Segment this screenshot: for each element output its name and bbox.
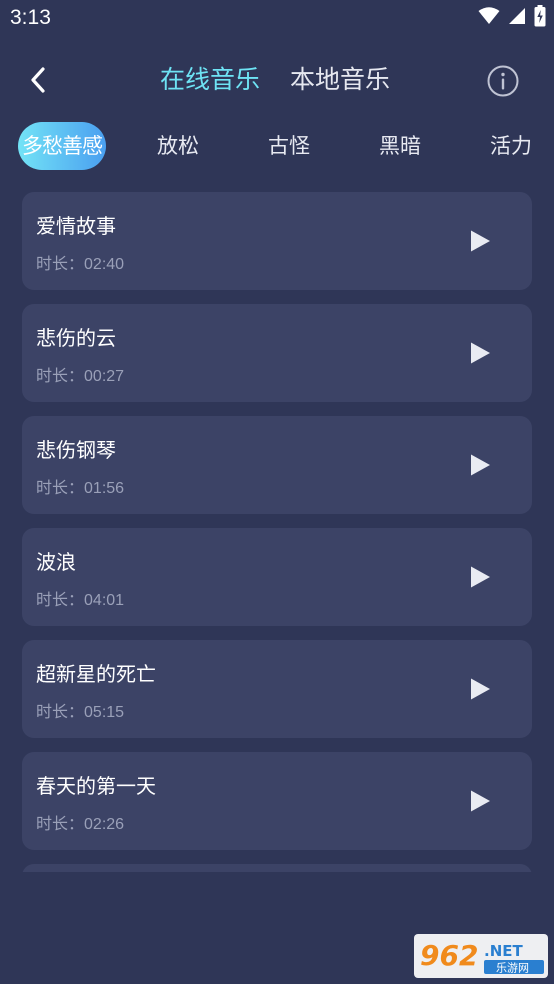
category-chip-relax[interactable]: 放松 bbox=[157, 122, 199, 170]
category-chip-energetic[interactable]: 活力 bbox=[490, 122, 532, 170]
track-title: 悲伤钢琴 bbox=[36, 438, 116, 462]
track-item[interactable]: 春天的第一天 时长：02:26 bbox=[22, 752, 532, 850]
track-item-partial[interactable] bbox=[22, 864, 532, 872]
duration-value: 00:27 bbox=[84, 368, 125, 385]
duration-label: 时长： bbox=[36, 590, 85, 609]
play-icon[interactable] bbox=[468, 565, 492, 589]
play-icon[interactable] bbox=[468, 677, 492, 701]
duration-value: 02:40 bbox=[84, 256, 125, 273]
track-title: 春天的第一天 bbox=[36, 774, 156, 798]
track-item[interactable]: 波浪 时长：04:01 bbox=[22, 528, 532, 626]
track-list[interactable]: 爱情故事 时长：02:40 悲伤的云 时长：00:27 悲伤钢琴 时长：01:5… bbox=[22, 192, 532, 872]
cell-signal-icon bbox=[508, 7, 526, 29]
track-duration: 时长：01:56 bbox=[36, 474, 124, 498]
duration-value: 04:01 bbox=[84, 592, 125, 609]
duration-label: 时长： bbox=[36, 366, 85, 385]
duration-value: 02:26 bbox=[84, 816, 125, 833]
tab-online-music[interactable]: 在线音乐 bbox=[160, 64, 260, 96]
category-chip-quirky[interactable]: 古怪 bbox=[268, 122, 310, 170]
track-item[interactable]: 爱情故事 时长：02:40 bbox=[22, 192, 532, 290]
track-item[interactable]: 悲伤钢琴 时长：01:56 bbox=[22, 416, 532, 514]
svg-text:962: 962 bbox=[420, 939, 478, 972]
track-duration: 时长：05:15 bbox=[36, 698, 124, 722]
category-chip-dark[interactable]: 黑暗 bbox=[379, 122, 421, 170]
duration-label: 时长： bbox=[36, 254, 85, 273]
category-bar: 多愁善感 放松 古怪 黑暗 活力 bbox=[0, 122, 554, 172]
battery-charging-icon bbox=[534, 5, 546, 31]
play-icon[interactable] bbox=[468, 229, 492, 253]
track-title: 超新星的死亡 bbox=[36, 662, 156, 686]
category-chip-sentimental[interactable]: 多愁善感 bbox=[18, 122, 106, 170]
play-icon[interactable] bbox=[468, 453, 492, 477]
watermark-logo: 962 .NET 乐游网 bbox=[414, 934, 548, 978]
duration-value: 01:56 bbox=[84, 480, 125, 497]
status-time: 3:13 bbox=[10, 6, 51, 29]
track-title: 爱情故事 bbox=[36, 214, 116, 238]
status-bar: 3:13 bbox=[0, 0, 554, 38]
duration-label: 时长： bbox=[36, 478, 85, 497]
chevron-left-icon bbox=[31, 67, 45, 93]
info-button[interactable] bbox=[486, 64, 520, 98]
track-duration: 时长：00:27 bbox=[36, 362, 124, 386]
back-button[interactable] bbox=[20, 62, 56, 98]
track-item[interactable]: 超新星的死亡 时长：05:15 bbox=[22, 640, 532, 738]
duration-label: 时长： bbox=[36, 702, 85, 721]
duration-label: 时长： bbox=[36, 814, 85, 833]
wifi-icon bbox=[478, 7, 500, 29]
svg-text:乐游网: 乐游网 bbox=[496, 962, 529, 975]
track-duration: 时长：02:26 bbox=[36, 810, 124, 834]
tab-local-music[interactable]: 本地音乐 bbox=[290, 64, 390, 96]
track-title: 悲伤的云 bbox=[36, 326, 116, 350]
info-icon bbox=[487, 65, 519, 97]
track-item[interactable]: 悲伤的云 时长：00:27 bbox=[22, 304, 532, 402]
duration-value: 05:15 bbox=[84, 704, 125, 721]
track-duration: 时长：02:40 bbox=[36, 250, 124, 274]
track-title: 波浪 bbox=[36, 550, 76, 574]
svg-text:.NET: .NET bbox=[484, 942, 523, 960]
header: 在线音乐 本地音乐 bbox=[0, 50, 554, 112]
play-icon[interactable] bbox=[468, 789, 492, 813]
status-icons bbox=[478, 5, 546, 31]
play-icon[interactable] bbox=[468, 341, 492, 365]
track-duration: 时长：04:01 bbox=[36, 586, 124, 610]
